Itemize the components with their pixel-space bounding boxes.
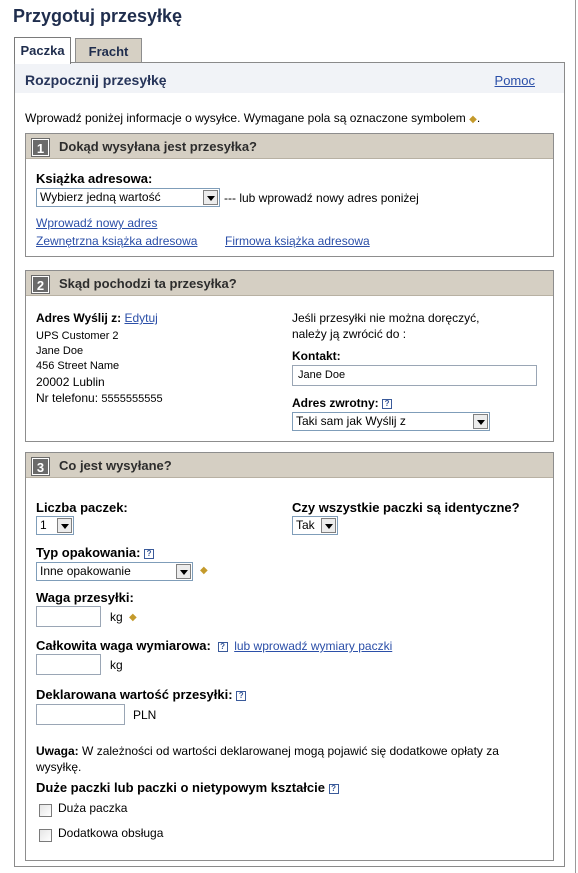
weight-unit: kg	[110, 610, 123, 624]
external-address-book-link[interactable]: Zewnętrzna książka adresowa	[36, 234, 197, 248]
help-icon[interactable]: ?	[236, 690, 247, 701]
enter-dimensions-link[interactable]: lub wprowadź wymiary paczki	[234, 639, 392, 653]
packaging-type-select[interactable]: Inne opakowanie	[36, 562, 193, 581]
large-package-checkbox[interactable]	[39, 804, 52, 817]
section-title: Co jest wysyłane?	[59, 458, 172, 473]
chevron-down-icon	[321, 518, 336, 533]
declared-value-input[interactable]	[36, 704, 125, 725]
currency-label: PLN	[133, 708, 157, 722]
help-link[interactable]: Pomoc	[495, 73, 535, 88]
chevron-down-icon	[176, 564, 191, 579]
dim-weight-row: Całkowita waga wymiarowa: ? lub wprowadź…	[36, 638, 393, 653]
required-symbol-icon: ◆	[129, 612, 137, 623]
ship-from-label: Adres Wyślij z:	[36, 311, 122, 325]
address-line: UPS Customer 2	[36, 330, 119, 342]
packages-count-select[interactable]: 1	[36, 516, 74, 535]
section-header: 3 Co jest wysyłane?	[26, 453, 553, 478]
section-header: 1 Dokąd wysyłana jest przesyłka?	[26, 134, 553, 159]
return-address-row: Adres zwrotny: ?	[292, 396, 393, 410]
additional-handling-label: Dodatkowa obsługa	[58, 826, 164, 840]
or-enter-text: --- lub wprowadź nowy adres poniżej	[224, 191, 419, 205]
section-title: Dokąd wysyłana jest przesyłka?	[59, 139, 257, 154]
section-number: 1	[31, 138, 50, 157]
help-icon[interactable]: ?	[328, 783, 339, 794]
dim-weight-unit: kg	[110, 658, 123, 672]
large-packages-row: Duże paczki lub paczki o nietypowym kszt…	[36, 780, 339, 795]
declared-value-row: Deklarowana wartość przesyłki: ?	[36, 687, 247, 702]
return-note: należy ją zwrócić do :	[292, 327, 407, 341]
tab-fracht[interactable]: Fracht	[75, 38, 142, 63]
main-panel: Rozpocznij przesyłkę Pomoc Wprowadź poni…	[14, 62, 565, 867]
address-line: 456 Street Name	[36, 360, 120, 372]
weight-label: Waga przesyłki:	[36, 590, 134, 605]
address-line: Jane Doe	[36, 345, 84, 357]
required-symbol-icon: ◆	[200, 565, 208, 576]
address-book-label: Książka adresowa:	[36, 171, 153, 186]
section-number: 3	[31, 457, 50, 476]
section-header: 2 Skąd pochodzi ta przesyłka?	[26, 271, 553, 296]
intro-text: Wprowadź poniżej informacje o wysyłce. W…	[25, 111, 481, 125]
section-destination: 1 Dokąd wysyłana jest przesyłka? Książka…	[25, 133, 554, 257]
section-title: Skąd pochodzi ta przesyłka?	[59, 276, 237, 291]
contact-input[interactable]: Jane Doe	[292, 365, 537, 386]
help-icon[interactable]: ?	[217, 641, 228, 652]
help-icon[interactable]: ?	[382, 398, 393, 409]
section-number: 2	[31, 275, 50, 294]
dim-weight-input[interactable]	[36, 654, 101, 675]
new-address-link[interactable]: Wprowadź nowy adres	[36, 216, 157, 230]
ship-from-row: Adres Wyślij z: Edytuj	[36, 311, 158, 325]
chevron-down-icon	[57, 518, 72, 533]
chevron-down-icon	[473, 414, 488, 429]
identical-select[interactable]: Tak	[292, 516, 338, 535]
phone-row: Nr telefonu: 5555555555	[36, 391, 163, 405]
contact-label: Kontakt:	[292, 349, 341, 363]
packaging-type-row: Typ opakowania: ?	[36, 545, 155, 560]
address-book-select[interactable]: Wybierz jedną wartość	[36, 188, 220, 207]
tab-paczka[interactable]: Paczka	[14, 37, 71, 64]
panel-title: Rozpocznij przesyłkę	[25, 72, 167, 88]
edit-link[interactable]: Edytuj	[124, 311, 157, 325]
return-address-select[interactable]: Taki sam jak Wyślij z	[292, 412, 490, 431]
identical-label: Czy wszystkie paczki są identyczne?	[292, 500, 520, 515]
company-address-book-link[interactable]: Firmowa książka adresowa	[225, 234, 370, 248]
postal-city: 20002 Lublin	[36, 375, 105, 389]
weight-input[interactable]	[36, 606, 101, 627]
note-text: Uwaga: W zależności od wartości deklarow…	[36, 744, 499, 774]
large-package-label: Duża paczka	[58, 801, 128, 815]
page-title: Przygotuj przesyłkę	[13, 6, 183, 26]
required-symbol-icon: ◆	[469, 114, 477, 125]
return-note: Jeśli przesyłki nie można doręczyć,	[292, 311, 480, 325]
chevron-down-icon	[203, 190, 218, 205]
section-origin: 2 Skąd pochodzi ta przesyłka? Adres Wyśl…	[25, 270, 554, 442]
packages-count-label: Liczba paczek:	[36, 500, 128, 515]
help-icon[interactable]: ?	[144, 548, 155, 559]
section-contents: 3 Co jest wysyłane? Liczba paczek: 1 Czy…	[25, 452, 554, 861]
additional-handling-checkbox[interactable]	[39, 829, 52, 842]
